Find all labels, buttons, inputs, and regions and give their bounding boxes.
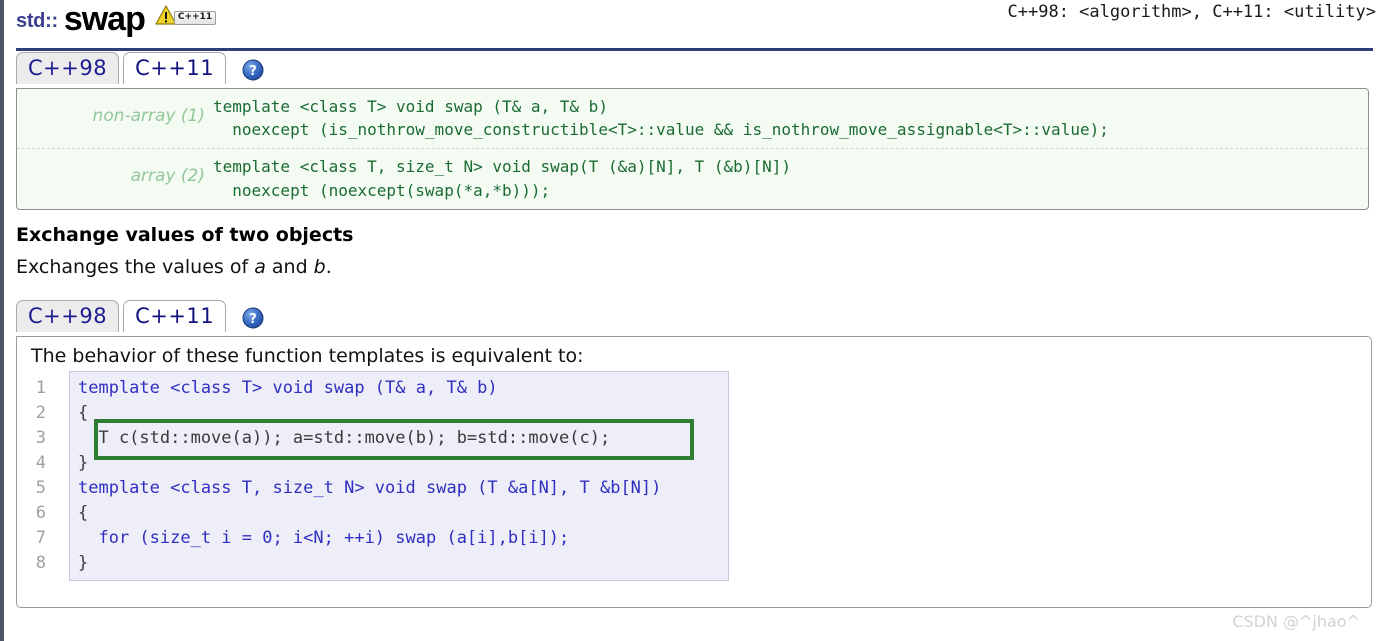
title-namespace: std:: <box>16 10 58 36</box>
code-text: { <box>70 503 88 523</box>
line-number: 5 <box>24 478 54 498</box>
description-var-b: b <box>314 256 326 278</box>
svg-text:?: ? <box>249 312 257 327</box>
line-number: 4 <box>24 453 54 473</box>
tab-cpp98-signature[interactable]: C++98 <box>16 52 119 84</box>
header-divider <box>16 48 1373 51</box>
signature-label: non-array (1) <box>17 95 213 126</box>
svg-text:?: ? <box>249 64 257 79</box>
line-number: 3 <box>24 428 54 448</box>
help-question-icon-behavior[interactable]: ? <box>242 307 264 329</box>
tab-cpp98-behavior[interactable]: C++98 <box>16 300 119 332</box>
code-text: template <class T, size_t N> void swap (… <box>70 478 661 498</box>
behavior-tabbar: C++98 C++11 ? <box>16 300 1376 336</box>
code-line: 1 template <class T> void swap (T& a, T&… <box>70 376 728 401</box>
line-number: 2 <box>24 403 54 423</box>
code-text: { <box>70 403 88 423</box>
line-number: 1 <box>24 378 54 398</box>
code-line: 6 { <box>70 501 728 526</box>
behavior-panel: The behavior of these function templates… <box>16 336 1372 608</box>
code-line: 3 T c(std::move(a)); a=std::move(b); b=s… <box>70 426 728 451</box>
title-badges: C++11 <box>155 5 216 36</box>
behavior-intro: The behavior of these function templates… <box>31 345 1371 367</box>
signature-label: array (2) <box>17 155 213 186</box>
signature-tabs: C++98 C++11 ? <box>16 52 264 84</box>
cpp11-badge: C++11 <box>174 11 216 25</box>
signature-code: template <class T, size_t N> void swap(T… <box>213 155 791 201</box>
signature-code: template <class T> void swap (T& a, T& b… <box>213 95 1109 141</box>
description-text-post: . <box>326 256 332 278</box>
code-line: 2 { <box>70 401 728 426</box>
code-line: 8 } <box>70 551 728 576</box>
watermark: CSDN @^jhao^ <box>1232 612 1360 631</box>
page-title: std:: swap C++11 <box>16 2 216 36</box>
signature-row: non-array (1) template <class T> void sw… <box>17 89 1368 148</box>
line-number: 8 <box>24 553 54 573</box>
description-heading: Exchange values of two objects <box>16 224 1376 246</box>
code-line: 4 } <box>70 451 728 476</box>
code-text: } <box>70 453 88 473</box>
code-line: 5 template <class T, size_t N> void swap… <box>70 476 728 501</box>
line-number: 6 <box>24 503 54 523</box>
tab-cpp11-behavior[interactable]: C++11 <box>123 300 226 332</box>
behavior-code-block: 1 template <class T> void swap (T& a, T&… <box>69 371 729 581</box>
behavior-tabs: C++98 C++11 ? <box>16 300 264 332</box>
description-body: Exchanges the values of a and b. <box>16 256 1376 278</box>
description-text-mid: and <box>266 256 314 278</box>
header-includes: C++98: <algorithm>, C++11: <utility> <box>1008 2 1376 22</box>
code-text: for (size_t i = 0; i<N; ++i) swap (a[i],… <box>70 528 569 548</box>
page-content: std:: swap C++11 C++98: <algorithm>, C++… <box>6 0 1376 641</box>
tab-cpp11-signature[interactable]: C++11 <box>123 52 226 84</box>
line-number: 7 <box>24 528 54 548</box>
signature-panel: non-array (1) template <class T> void sw… <box>16 88 1369 210</box>
code-text: T c(std::move(a)); a=std::move(b); b=std… <box>70 428 610 448</box>
code-text: } <box>70 553 88 573</box>
signature-row: array (2) template <class T, size_t N> v… <box>17 148 1368 208</box>
title-function-name: swap <box>64 2 145 36</box>
description-text-pre: Exchanges the values of <box>16 256 254 278</box>
signature-tabbar: C++98 C++11 ? <box>16 52 1376 88</box>
page-header: std:: swap C++11 C++98: <algorithm>, C++… <box>6 0 1376 52</box>
code-text: template <class T> void swap (T& a, T& b… <box>70 378 498 398</box>
code-line: 7 for (size_t i = 0; i<N; ++i) swap (a[i… <box>70 526 728 551</box>
help-question-icon-signature[interactable]: ? <box>242 59 264 81</box>
description-var-a: a <box>254 256 266 278</box>
